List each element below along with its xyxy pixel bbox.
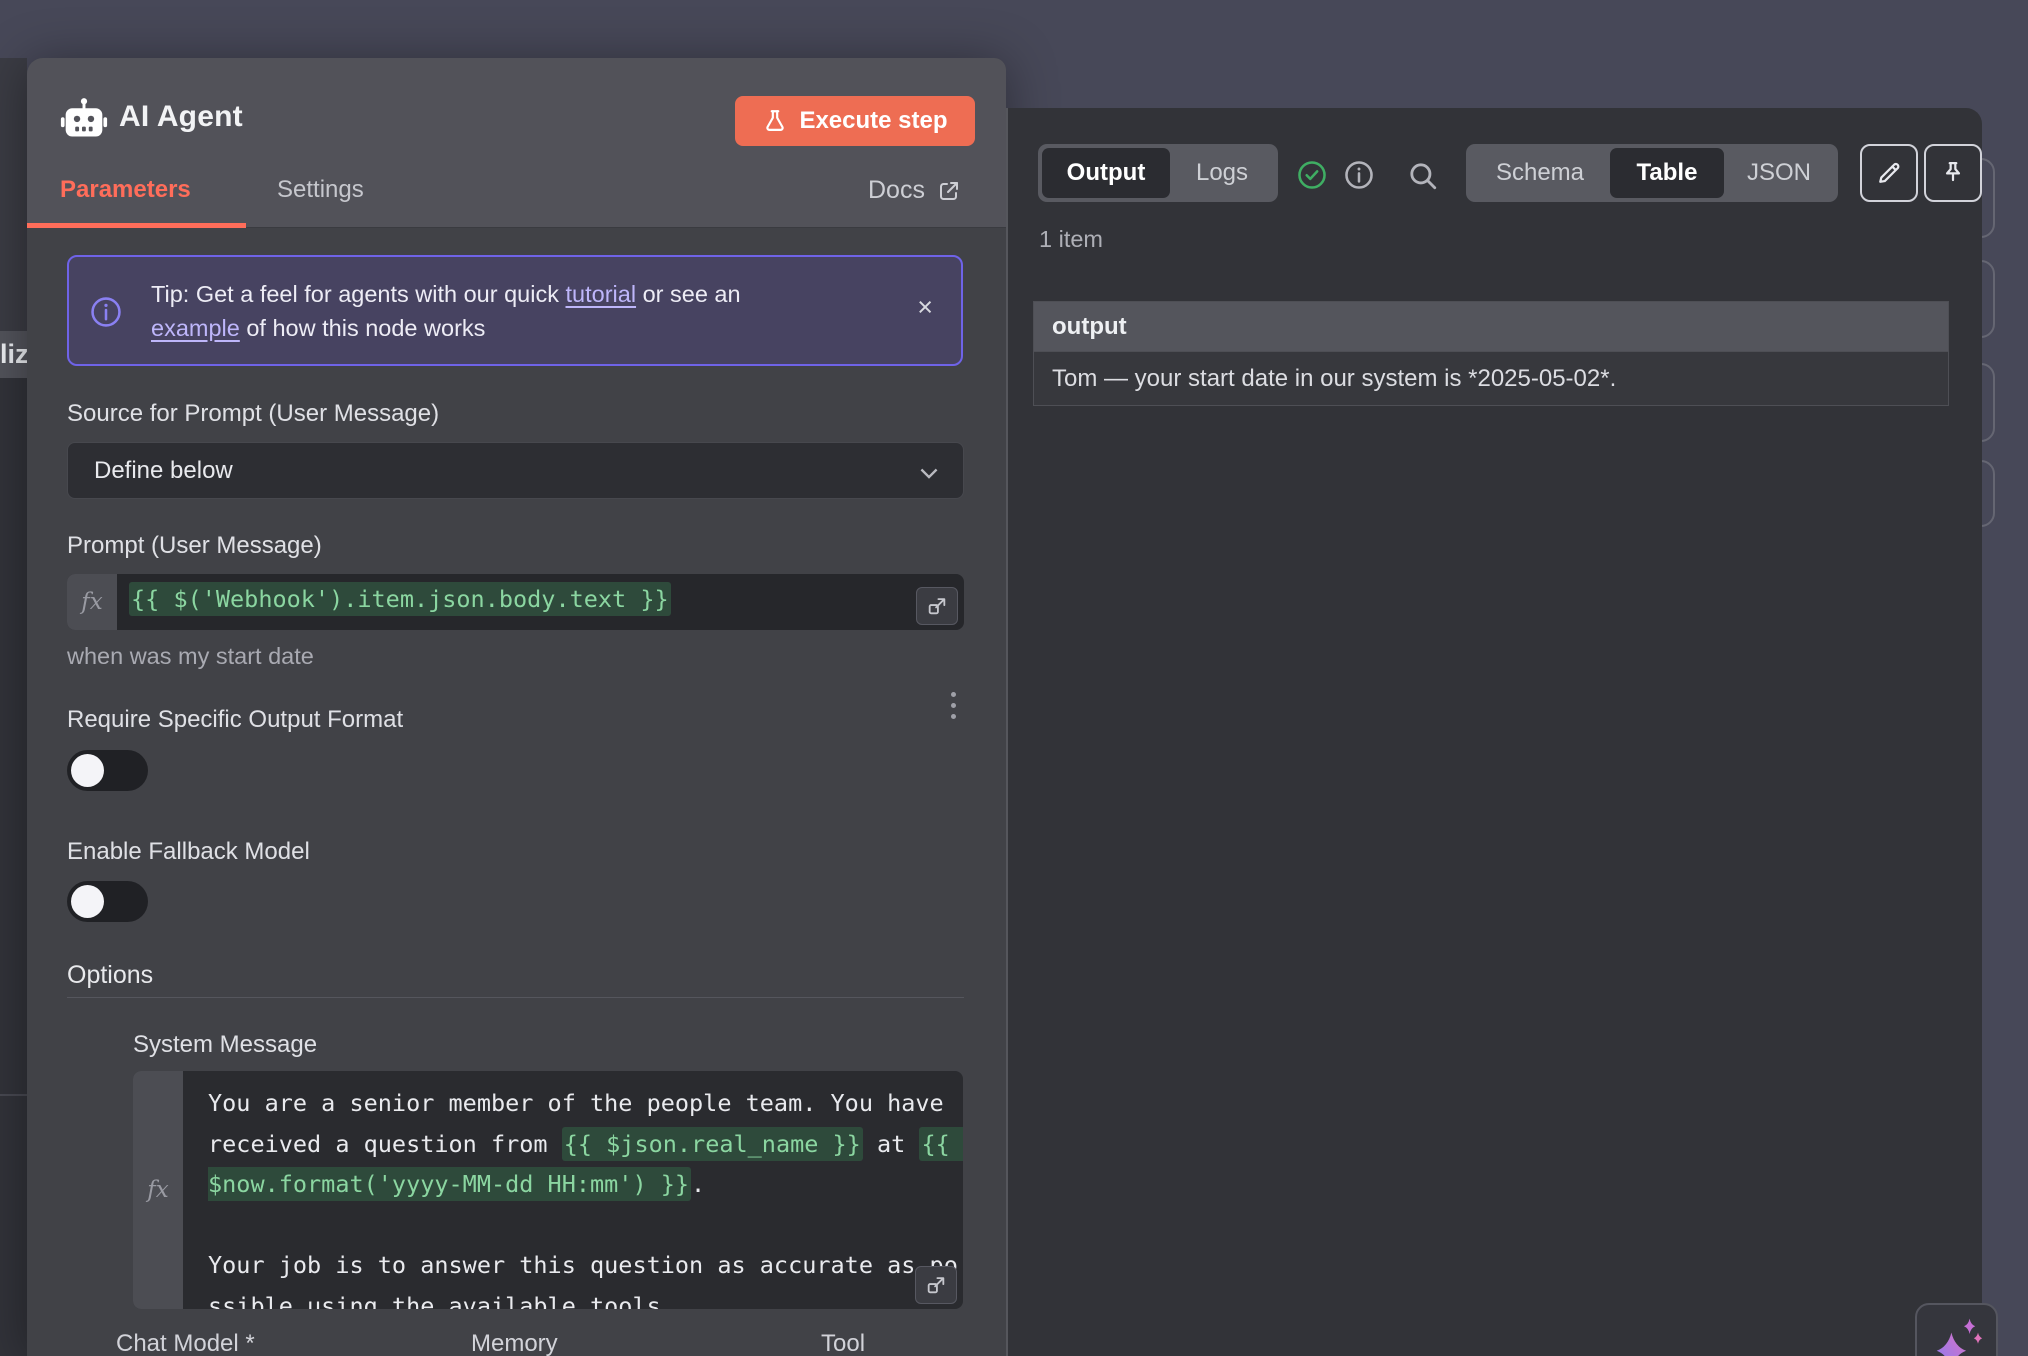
system-message-editor[interactable]: fx You are a senior member of the people… bbox=[133, 1071, 963, 1309]
tip-banner: Tip: Get a feel for agents with our quic… bbox=[67, 255, 963, 366]
chevron-down-icon bbox=[915, 459, 943, 487]
tab-logs[interactable]: Logs bbox=[1170, 148, 1274, 198]
select-value: Define below bbox=[94, 457, 233, 485]
pin-data-button[interactable] bbox=[1924, 144, 1982, 202]
node-settings-panel: AI Agent Execute step Parameters Setting… bbox=[27, 58, 1006, 1356]
source-for-prompt-select[interactable]: Define below bbox=[67, 442, 964, 499]
flask-icon bbox=[762, 108, 788, 134]
canvas-left-edge-node bbox=[0, 378, 27, 1356]
prompt-resolved-preview: when was my start date bbox=[67, 643, 314, 670]
output-cell: Tom — your start date in our system is *… bbox=[1034, 351, 1948, 405]
prompt-expression-field[interactable]: fx {{ $('Webhook').item.json.body.text }… bbox=[67, 574, 964, 630]
pin-icon bbox=[1939, 159, 1967, 187]
view-table[interactable]: Table bbox=[1610, 148, 1724, 198]
options-divider bbox=[67, 997, 964, 998]
n8n-node-detail-view: liz AI Agent bbox=[0, 0, 2028, 1356]
items-count: 1 item bbox=[1039, 226, 1103, 253]
fallback-model-toggle[interactable] bbox=[67, 881, 148, 922]
tab-output[interactable]: Output bbox=[1042, 148, 1170, 198]
view-json[interactable]: JSON bbox=[1724, 148, 1834, 198]
view-mode-switch: Schema Table JSON bbox=[1466, 144, 1838, 202]
node-header: AI Agent Execute step Parameters Setting… bbox=[27, 58, 1006, 228]
prompt-label: Prompt (User Message) bbox=[67, 532, 322, 560]
output-column-header: output bbox=[1034, 302, 1948, 351]
example-link[interactable]: example bbox=[151, 315, 240, 341]
canvas-clipped-node-label: liz bbox=[0, 331, 28, 378]
require-output-format-toggle[interactable] bbox=[67, 750, 148, 791]
connector-memory-label: Memory bbox=[471, 1330, 558, 1356]
prompt-expression-code: {{ $('Webhook').item.json.body.text }} bbox=[129, 585, 671, 613]
docs-link[interactable]: Docs bbox=[868, 176, 961, 205]
output-panel: Output Logs Schema Table JSON bbox=[1006, 108, 1982, 1356]
view-schema[interactable]: Schema bbox=[1470, 148, 1610, 198]
fallback-model-label: Enable Fallback Model bbox=[67, 838, 310, 866]
execute-step-button[interactable]: Execute step bbox=[735, 96, 975, 146]
external-link-icon bbox=[937, 179, 961, 203]
require-output-format-label: Require Specific Output Format bbox=[67, 706, 403, 734]
fx-badge: fx bbox=[133, 1071, 183, 1309]
active-tab-underline bbox=[27, 223, 246, 228]
close-icon[interactable]: × bbox=[917, 294, 933, 321]
success-check-icon bbox=[1296, 159, 1328, 191]
parameter-options-menu-icon[interactable] bbox=[947, 692, 959, 719]
connector-tool-label: Tool bbox=[821, 1330, 865, 1356]
info-icon[interactable] bbox=[1343, 159, 1375, 191]
tab-parameters[interactable]: Parameters bbox=[60, 176, 191, 204]
expand-expression-button[interactable] bbox=[916, 587, 958, 625]
connector-chat-model-label: Chat Model * bbox=[116, 1330, 255, 1356]
options-heading: Options bbox=[67, 961, 153, 990]
fx-badge: fx bbox=[67, 574, 117, 630]
canvas-left-edge-divider bbox=[0, 1094, 27, 1096]
info-icon bbox=[89, 295, 123, 329]
search-icon[interactable] bbox=[1406, 159, 1440, 193]
source-for-prompt-label: Source for Prompt (User Message) bbox=[67, 400, 439, 428]
tutorial-link[interactable]: tutorial bbox=[566, 281, 637, 307]
ai-assistant-button[interactable] bbox=[1915, 1303, 1998, 1356]
node-title: AI Agent bbox=[119, 100, 243, 134]
tab-settings[interactable]: Settings bbox=[277, 176, 364, 204]
sparkles-icon bbox=[1926, 1313, 1988, 1356]
pencil-icon bbox=[1875, 159, 1903, 187]
edit-output-button[interactable] bbox=[1860, 144, 1918, 202]
expand-expression-button[interactable] bbox=[915, 1266, 957, 1304]
robot-icon bbox=[60, 98, 108, 142]
output-table: output Tom — your start date in our syst… bbox=[1033, 301, 1949, 406]
output-logs-switch: Output Logs bbox=[1038, 144, 1278, 202]
system-message-text: You are a senior member of the people te… bbox=[208, 1083, 963, 1309]
system-message-label: System Message bbox=[133, 1031, 317, 1059]
tip-text: Tip: Get a feel for agents with our quic… bbox=[151, 277, 741, 345]
